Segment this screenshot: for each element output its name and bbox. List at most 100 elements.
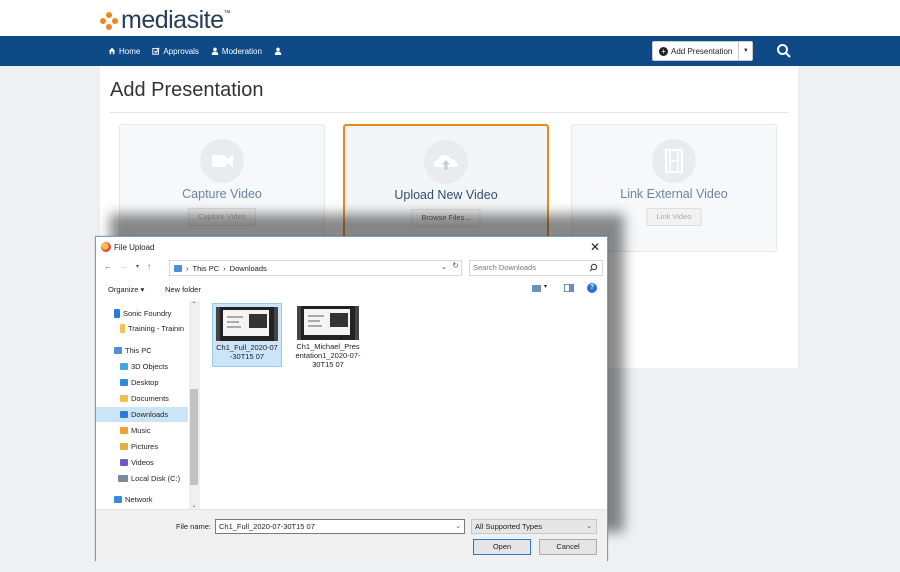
plus-circle-icon: +	[659, 46, 668, 56]
add-presentation-main[interactable]: + Add Presentation	[653, 42, 738, 60]
dialog-title: File Upload	[114, 243, 155, 252]
nav-item-3d-objects[interactable]: 3D Objects	[96, 359, 188, 374]
nav-item-label: This PC	[125, 346, 152, 355]
nav-item-label: Videos	[131, 458, 154, 467]
upload-new-video-title: Upload New Video	[394, 188, 498, 202]
nav-item-downloads[interactable]: Downloads	[96, 407, 188, 422]
capture-video-title: Capture Video	[182, 187, 262, 201]
scroll-thumb[interactable]	[190, 389, 198, 485]
user-icon	[211, 47, 219, 55]
nav-home-label: Home	[119, 46, 141, 56]
folder-icon	[120, 324, 125, 333]
chevron-down-icon[interactable]: ⌄	[441, 263, 447, 271]
video-camera-icon	[200, 139, 244, 183]
chevron-down-icon: ⌄	[586, 523, 592, 530]
file-list: Ch1_Full_2020-07-30T15 07 Ch1_Michael_Pr…	[204, 301, 604, 509]
nav-item-training[interactable]: Training - Trainin	[96, 321, 188, 336]
chevron-down-icon[interactable]: ⌄	[455, 520, 461, 533]
nav-home[interactable]: Home	[108, 47, 140, 56]
nav-approvals-label: Approvals	[163, 46, 199, 56]
desktop-icon	[120, 379, 128, 386]
file-upload-dialog: File Upload ✕ ← → ▾ ↑ › This PC › Downlo…	[95, 236, 608, 562]
computer-icon	[114, 347, 122, 354]
mediasite-logo[interactable]: mediasite ™	[100, 6, 231, 35]
chevron-down-icon[interactable]: ▼	[738, 42, 752, 60]
address-bar[interactable]: › This PC › Downloads ⌄ ↻	[169, 260, 462, 276]
nav-item-sonic-foundry[interactable]: Sonic Foundry	[96, 306, 188, 321]
recent-chevron-icon[interactable]: ▾	[136, 262, 139, 273]
navigation-pane: Sonic Foundry Training - Trainin This PC…	[96, 301, 200, 509]
search-input[interactable]: Search Downloads	[469, 260, 603, 276]
close-icon[interactable]: ✕	[587, 239, 603, 255]
nav-item-label: Documents	[131, 394, 169, 403]
logo-bar: mediasite ™	[0, 0, 900, 36]
nav-item-this-pc[interactable]: This PC	[96, 343, 188, 358]
divider	[110, 112, 788, 113]
dialog-footer: File name: Ch1_Full_2020-07-30T15 07 ⌄ A…	[96, 509, 607, 562]
dialog-title-bar[interactable]: File Upload ✕	[96, 237, 607, 258]
breadcrumb-downloads[interactable]: Downloads	[230, 264, 267, 273]
breadcrumb-separator-icon: ›	[186, 263, 189, 273]
file-name-value: Ch1_Full_2020-07-30T15 07	[219, 522, 315, 531]
file-type-select[interactable]: All Supported Types ⌄	[471, 519, 597, 534]
scroll-down-icon[interactable]: ⌄	[189, 502, 199, 509]
search-placeholder: Search Downloads	[473, 263, 536, 272]
nav-item-desktop[interactable]: Desktop	[96, 375, 188, 390]
nav-item-documents[interactable]: Documents	[96, 391, 188, 406]
onedrive-icon	[114, 309, 120, 318]
up-arrow-icon[interactable]: ↑	[147, 262, 151, 273]
nav-moderation[interactable]: Moderation	[211, 47, 262, 56]
documents-icon	[120, 395, 128, 402]
search-icon	[589, 263, 598, 272]
scroll-up-icon[interactable]: ⌃	[189, 301, 199, 308]
nav-item-local-disk[interactable]: Local Disk (C:)	[96, 471, 188, 486]
file-name-field[interactable]: Ch1_Full_2020-07-30T15 07 ⌄	[215, 519, 465, 534]
file-item[interactable]: Ch1_Full_2020-07-30T15 07	[212, 303, 282, 367]
nav-item-music[interactable]: Music	[96, 423, 188, 438]
file-item[interactable]: Ch1_Michael_Presentation1_2020-07-30T15 …	[293, 303, 363, 369]
nav-item-label: Downloads	[131, 410, 169, 419]
organize-menu[interactable]: Organize ▾	[108, 285, 144, 294]
cloud-upload-icon	[424, 140, 468, 184]
nav-item-label: Music	[131, 426, 151, 435]
breadcrumb-separator-icon: ›	[223, 263, 226, 273]
downloads-folder-icon	[174, 264, 182, 272]
cancel-button[interactable]: Cancel	[539, 539, 597, 555]
main-nav-bar: Home Approvals Moderation	[0, 36, 900, 66]
forward-arrow-icon[interactable]: →	[120, 262, 128, 273]
nav-item-label: Pictures	[131, 442, 159, 451]
add-presentation-button[interactable]: + Add Presentation ▼	[652, 41, 754, 61]
file-type-value: All Supported Types	[475, 522, 542, 531]
logo-text: mediasite	[121, 6, 224, 34]
nav-scrollbar[interactable]: ⌃ ⌄	[189, 301, 199, 509]
videos-icon	[120, 459, 128, 466]
help-icon[interactable]: ?	[587, 283, 597, 293]
nav-item-label: Training - Trainin	[128, 324, 184, 333]
new-folder-button[interactable]: New folder	[165, 285, 201, 294]
approvals-icon	[152, 47, 160, 55]
nav-item-pictures[interactable]: Pictures	[96, 439, 188, 454]
film-icon	[652, 139, 696, 183]
page-title: Add Presentation	[110, 79, 264, 101]
breadcrumb-this-pc[interactable]: This PC	[193, 264, 220, 273]
file-name: Ch1_Full_2020-07-30T15 07	[216, 343, 278, 361]
link-external-video-title: Link External Video	[620, 187, 728, 201]
link-video-button[interactable]: Link Video	[646, 208, 702, 226]
preview-pane-icon[interactable]	[564, 284, 574, 292]
open-button[interactable]: Open	[473, 539, 531, 555]
change-view-icon[interactable]	[532, 285, 541, 292]
nav-item-label: Desktop	[131, 378, 159, 387]
firefox-icon	[101, 242, 111, 252]
search-icon[interactable]	[776, 43, 792, 59]
nav-item-label: Network	[125, 495, 153, 504]
address-bar-row: ← → ▾ ↑ › This PC › Downloads ⌄ ↻ Search…	[96, 259, 607, 277]
nav-approvals[interactable]: Approvals	[152, 47, 199, 56]
refresh-icon[interactable]: ↻	[452, 261, 459, 270]
nav-moderation-label: Moderation	[221, 46, 262, 56]
nav-item-videos[interactable]: Videos	[96, 455, 188, 470]
nav-profile[interactable]	[274, 47, 282, 55]
back-arrow-icon[interactable]: ←	[104, 262, 112, 273]
chevron-down-icon[interactable]: ▾	[544, 283, 547, 290]
nav-item-network[interactable]: Network	[96, 492, 188, 507]
add-presentation-label: Add Presentation	[671, 46, 733, 56]
